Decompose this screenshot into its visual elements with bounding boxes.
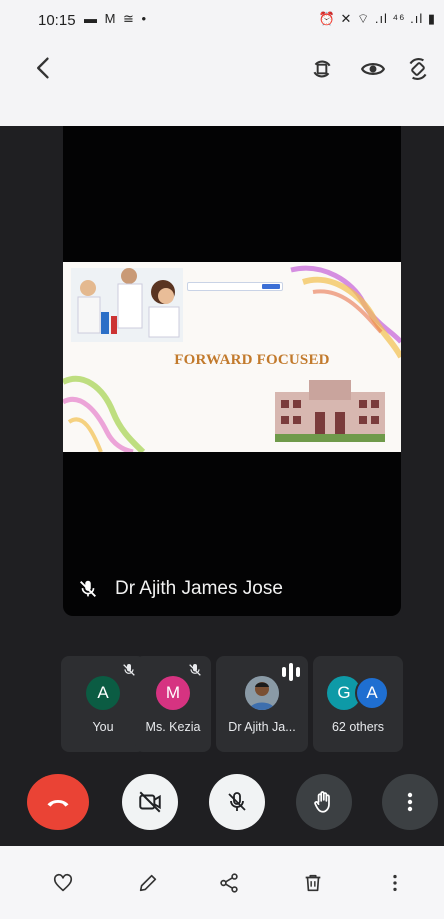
rotate-screen-icon[interactable] [309,56,335,82]
bottom-action-bar [0,846,444,919]
speaker-label: Dr Ajith James Jose [77,574,283,604]
call-area: FORWARD FOCUSED Dr Ajith James Jose A Yo… [0,126,444,846]
raise-hand-button[interactable] [296,774,352,830]
participant-name: Ms. Kezia [145,720,201,734]
mic-off-icon [228,792,246,811]
avatar: M [156,676,190,710]
pencil-icon[interactable] [137,872,159,894]
trash-icon[interactable] [302,872,324,894]
person-photo-icon [245,676,279,710]
speaker-name: Dr Ajith James Jose [115,578,283,599]
system-status-icons: ⏰ ✕ ⌔ .ıl ⁴⁶ .ıl ▮ [318,11,436,26]
share-icon[interactable] [218,872,240,894]
camera-off-icon [139,791,161,813]
heart-icon[interactable] [52,872,74,894]
mic-off-icon [189,664,201,676]
presentation-stage[interactable]: FORWARD FOCUSED Dr Ajith James Jose [63,126,401,616]
phone-hangup-icon [47,799,69,807]
back-button[interactable] [30,54,58,82]
speaking-indicator-icon [282,663,300,681]
camera-toggle-button[interactable] [122,774,178,830]
avatar: A [355,676,389,710]
eye-icon[interactable] [360,56,386,82]
participant-tile-ajith[interactable]: Dr Ajith Ja... [216,656,308,752]
participant-tile-kezia[interactable]: M Ms. Kezia [135,656,211,752]
hand-icon [314,791,330,813]
avatar-photo [245,676,279,710]
more-vertical-icon[interactable] [384,872,406,894]
more-vertical-icon [407,792,413,812]
participant-name: 62 others [331,720,385,734]
participant-name: You [92,720,114,734]
status-time: 10:15 [38,12,76,29]
notification-icons: ▬ M ≅ • [84,11,149,26]
slide-search-button [262,284,280,289]
mic-toggle-button[interactable] [209,774,265,830]
mic-off-icon [80,580,96,597]
end-call-button[interactable] [27,774,89,830]
shared-slide: FORWARD FOCUSED [63,262,401,452]
more-options-button[interactable] [382,774,438,830]
auto-rotate-icon[interactable] [405,56,431,82]
slide-search-bar [187,282,283,291]
participant-name: Dr Ajith Ja... [228,720,296,734]
slide-title: FORWARD FOCUSED [174,352,330,368]
app-bar [0,40,444,126]
participant-tile-you[interactable]: A You [61,656,145,752]
avatar: A [86,676,120,710]
status-bar: 10:15 ▬ M ≅ • ⏰ ✕ ⌔ .ıl ⁴⁶ .ıl ▮ [0,0,444,40]
participant-tile-others[interactable]: G A 62 others [313,656,403,752]
